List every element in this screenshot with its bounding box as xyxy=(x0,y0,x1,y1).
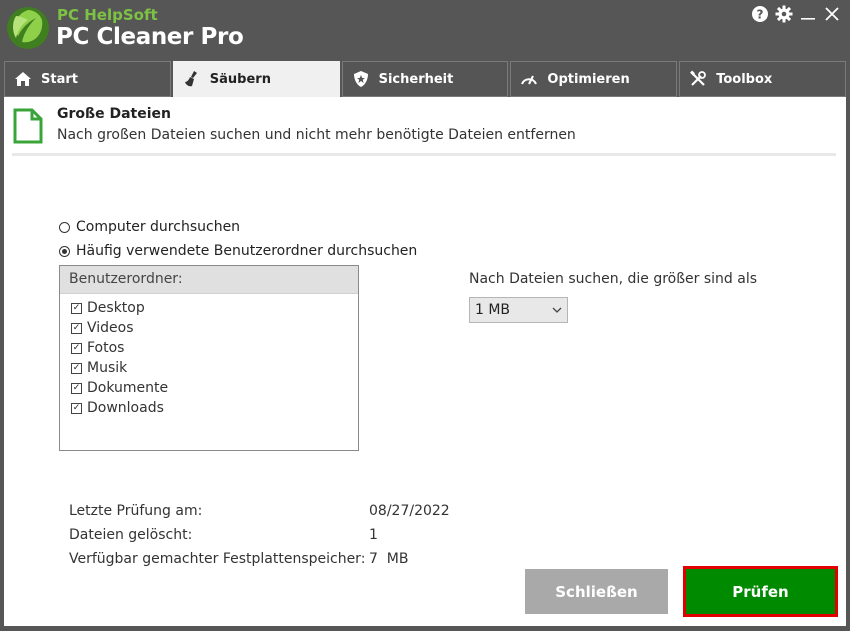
tab-saeubern[interactable]: Säubern xyxy=(172,61,340,97)
folder-label: Videos xyxy=(87,320,134,336)
page-subtitle: Nach großen Dateien suchen und nicht meh… xyxy=(57,127,576,143)
window-controls: ? xyxy=(750,4,842,24)
stat-freed-space: Verfügbar gemachter Festplattenspeicher:… xyxy=(69,551,569,575)
tab-label: Optimieren xyxy=(547,71,630,87)
header-divider xyxy=(12,153,836,156)
help-icon[interactable]: ? xyxy=(750,4,770,24)
folder-item-fotos[interactable]: ✓ Fotos xyxy=(60,338,358,358)
folder-label: Dokumente xyxy=(87,380,169,396)
tab-sicherheit[interactable]: Sicherheit xyxy=(341,61,509,97)
scan-stats: Letzte Prüfung am: 08/27/2022 Dateien ge… xyxy=(69,503,569,575)
folder-item-dokumente[interactable]: ✓ Dokumente xyxy=(60,378,358,398)
app-title: PC Cleaner Pro xyxy=(56,24,244,50)
title-bar: PC HelpSoft PC Cleaner Pro ? xyxy=(0,0,850,60)
stat-value: 1 xyxy=(369,527,378,543)
svg-text:?: ? xyxy=(757,8,764,22)
main-tabs: Start Säubern Sicherheit Optimieren Tool… xyxy=(4,61,846,97)
radio-button[interactable] xyxy=(59,245,70,257)
radio-scan-computer[interactable]: Computer durchsuchen xyxy=(59,219,240,235)
radio-button[interactable] xyxy=(59,221,70,233)
radio-label: Computer durchsuchen xyxy=(76,219,241,235)
tab-label: Säubern xyxy=(209,71,271,87)
folder-label: Musik xyxy=(87,360,128,376)
stat-value: 7 MB xyxy=(369,551,409,567)
size-filter-label: Nach Dateien suchen, die größer sind als xyxy=(469,271,758,287)
tab-label: Sicherheit xyxy=(378,71,454,87)
tab-label: Toolbox xyxy=(716,71,773,87)
checkbox[interactable]: ✓ xyxy=(71,322,82,334)
radio-scan-user-folders[interactable]: Häufig verwendete Benutzerordner durchsu… xyxy=(59,243,417,259)
folder-label: Desktop xyxy=(87,300,145,316)
pc-helpsoft-logo xyxy=(7,7,49,49)
folder-list-header: Benutzerordner: xyxy=(60,266,358,294)
size-filter-select[interactable]: 1 MB xyxy=(469,297,568,323)
scan-button[interactable]: Prüfen xyxy=(683,566,838,617)
folder-item-videos[interactable]: ✓ Videos xyxy=(60,318,358,338)
content-panel: Große Dateien Nach großen Dateien suchen… xyxy=(4,97,846,626)
folder-label: Fotos xyxy=(87,340,125,356)
brand-subtitle: PC HelpSoft xyxy=(57,6,158,24)
radio-label: Häufig verwendete Benutzerordner durchsu… xyxy=(76,243,418,259)
folder-item-desktop[interactable]: ✓ Desktop xyxy=(60,298,358,318)
tab-start[interactable]: Start xyxy=(4,61,171,97)
stat-files-deleted: Dateien gelöscht: 1 xyxy=(69,527,569,551)
minimize-icon[interactable] xyxy=(798,4,818,24)
file-icon xyxy=(13,108,43,144)
tools-icon xyxy=(688,69,708,89)
app-window: PC HelpSoft PC Cleaner Pro ? Start Säube… xyxy=(0,0,850,631)
gear-icon[interactable] xyxy=(774,4,794,24)
stat-value: 08/27/2022 xyxy=(369,503,450,519)
checkbox[interactable]: ✓ xyxy=(71,342,82,354)
size-filter-value: 1 MB xyxy=(475,302,511,318)
tab-toolbox[interactable]: Toolbox xyxy=(679,61,846,97)
broom-icon xyxy=(182,69,202,89)
user-folder-list: Benutzerordner: ✓ Desktop ✓ Videos ✓ Fot… xyxy=(59,265,359,451)
stat-label: Letzte Prüfung am: xyxy=(69,503,203,519)
gauge-icon xyxy=(519,69,539,89)
checkbox[interactable]: ✓ xyxy=(71,402,82,414)
shield-icon xyxy=(351,69,371,89)
tab-label: Start xyxy=(41,71,78,87)
folder-item-musik[interactable]: ✓ Musik xyxy=(60,358,358,378)
window-bottom-border xyxy=(0,626,850,631)
close-icon[interactable] xyxy=(822,4,842,24)
home-icon xyxy=(13,69,33,89)
checkbox[interactable]: ✓ xyxy=(71,302,82,314)
checkbox[interactable]: ✓ xyxy=(71,362,82,374)
checkbox[interactable]: ✓ xyxy=(71,382,82,394)
stat-label: Dateien gelöscht: xyxy=(69,527,193,543)
folder-items: ✓ Desktop ✓ Videos ✓ Fotos ✓ Musik ✓ Dok… xyxy=(60,294,358,418)
close-button[interactable]: Schließen xyxy=(525,569,668,614)
chevron-down-icon xyxy=(552,307,562,313)
page-title: Große Dateien xyxy=(57,106,171,122)
folder-item-downloads[interactable]: ✓ Downloads xyxy=(60,398,358,418)
folder-label: Downloads xyxy=(87,400,164,416)
tab-optimieren[interactable]: Optimieren xyxy=(510,61,678,97)
stat-label: Verfügbar gemachter Festplattenspeicher: xyxy=(69,551,366,567)
stat-last-scan: Letzte Prüfung am: 08/27/2022 xyxy=(69,503,569,527)
